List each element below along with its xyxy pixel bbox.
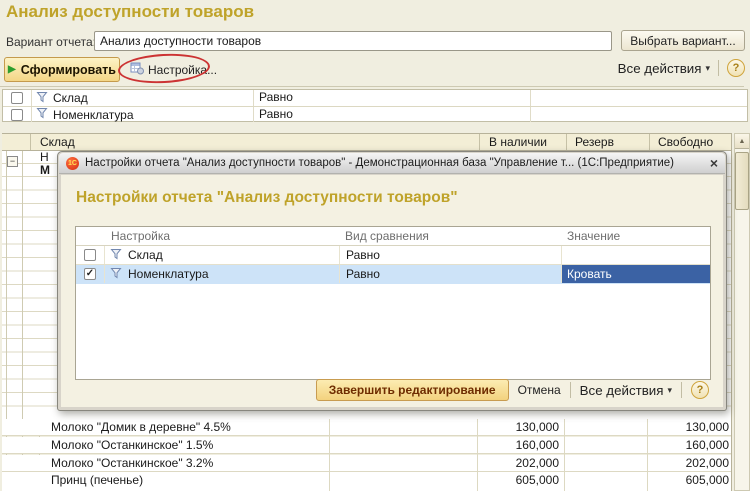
dialog-all-actions-button[interactable]: Все действия ▾ — [580, 383, 672, 398]
generate-button[interactable]: ▶ Сформировать — [4, 57, 120, 82]
play-icon: ▶ — [8, 64, 16, 75]
in-stock-value: 160,000 — [515, 438, 559, 452]
grid-line — [564, 419, 565, 491]
column-header-vid-sravneniya[interactable]: Вид сравнения — [345, 227, 429, 245]
setting-value-selected[interactable]: Кровать — [561, 265, 710, 283]
table-row[interactable]: Молоко "Домик в деревне" 4.5% 130,000 13… — [2, 419, 731, 436]
quick-filter-table: Склад Равно Номенклатура Равно — [2, 89, 748, 122]
settings-table-header: Настройка Вид сравнения Значение — [76, 227, 710, 246]
dialog-help-button[interactable]: ? — [691, 381, 709, 399]
chevron-down-icon: ▾ — [667, 384, 672, 395]
setting-checkbox-sklad[interactable] — [84, 249, 96, 261]
filter-comparison: Равно — [253, 107, 530, 122]
annotation-ellipse — [117, 51, 211, 86]
in-stock-value: 130,000 — [515, 420, 559, 434]
footer-divider — [681, 382, 682, 398]
close-icon[interactable]: × — [710, 156, 718, 170]
all-actions-button[interactable]: Все действия ▾ — [618, 61, 710, 76]
dialog-body: Настройки отчета "Анализ доступности тов… — [61, 175, 723, 407]
setting-value[interactable] — [561, 246, 710, 264]
scrollbar-thumb[interactable] — [735, 152, 749, 210]
setting-comparison[interactable]: Равно — [339, 246, 561, 264]
footer-divider — [569, 382, 571, 398]
filter-value[interactable] — [530, 107, 747, 122]
variant-input-value: Анализ доступности товаров — [100, 34, 262, 48]
variant-label: Вариант отчета: — [6, 35, 96, 49]
column-header-rezerv[interactable]: Резерв — [566, 134, 649, 150]
filter-name: Склад — [53, 91, 88, 105]
filter-checkbox-sklad[interactable] — [11, 92, 23, 104]
in-stock-value: 202,000 — [515, 456, 559, 470]
table-row[interactable]: Принц (печенье) 605,000 605,000 — [2, 472, 731, 489]
funnel-icon — [110, 248, 122, 263]
all-actions-label: Все действия — [579, 382, 664, 398]
table-row[interactable]: Молоко "Останкинское" 1.5% 160,000 160,0… — [2, 437, 731, 454]
dialog-titlebar[interactable]: 1С Настройки отчета "Анализ доступности … — [59, 153, 725, 174]
filter-comparison: Равно — [253, 90, 530, 106]
generate-label: Сформировать — [20, 62, 116, 77]
vertical-scrollbar[interactable]: ▲ — [734, 133, 750, 491]
filter-name: Номенклатура — [53, 107, 134, 122]
toolbar-separator — [0, 86, 744, 87]
column-header-svobodno[interactable]: Свободно — [649, 134, 733, 150]
scroll-up-button[interactable]: ▲ — [735, 134, 749, 149]
in-stock-value: 605,000 — [515, 473, 559, 487]
free-value: 130,000 — [685, 420, 729, 434]
filter-row-sklad[interactable]: Склад Равно — [3, 90, 747, 106]
1c-logo-icon: 1С — [66, 156, 79, 170]
grid-line — [647, 419, 648, 491]
table-row[interactable]: Молоко "Останкинское" 3.2% 202,000 202,0… — [2, 455, 731, 472]
settings-table: Настройка Вид сравнения Значение Склад Р… — [75, 226, 711, 380]
funnel-icon — [36, 91, 48, 106]
dialog-title: Настройки отчета "Анализ доступности тов… — [85, 157, 674, 169]
app-window: Анализ доступности товаров Вариант отчет… — [0, 0, 750, 491]
grid-line — [477, 419, 478, 491]
free-value: 605,000 — [685, 473, 729, 487]
setting-comparison[interactable]: Равно — [339, 265, 561, 283]
product-name: Молоко "Домик в деревне" 4.5% — [51, 420, 231, 434]
free-value: 202,000 — [685, 456, 729, 470]
group-label: М — [40, 163, 50, 177]
product-name: Принц (печенье) — [51, 473, 144, 487]
column-header-v-nalichii[interactable]: В наличии — [479, 134, 566, 150]
variant-input[interactable]: Анализ доступности товаров — [94, 31, 612, 51]
column-header-znachenie[interactable]: Значение — [567, 227, 620, 245]
settings-row-nomenklatura[interactable]: ✓ Номенклатура Равно Кровать — [76, 265, 710, 284]
funnel-icon — [36, 107, 48, 122]
toolbar-divider — [718, 60, 719, 76]
dialog-heading: Настройки отчета "Анализ доступности тов… — [76, 189, 458, 206]
filter-checkbox-nomenklatura[interactable] — [11, 108, 23, 121]
page-title: Анализ доступности товаров — [6, 2, 255, 21]
settings-row-sklad[interactable]: Склад Равно — [76, 246, 710, 265]
help-button[interactable]: ? — [727, 59, 745, 77]
all-actions-label: Все действия — [617, 60, 702, 76]
cancel-button[interactable]: Отмена — [518, 383, 561, 397]
filter-row-nomenklatura[interactable]: Номенклатура Равно — [3, 106, 747, 122]
product-name: Молоко "Останкинское" 1.5% — [51, 438, 214, 452]
setting-name: Номенклатура — [128, 267, 209, 281]
free-value: 160,000 — [685, 438, 729, 452]
grid-line — [329, 419, 330, 491]
filter-value[interactable] — [530, 90, 747, 106]
setting-checkbox-nomenklatura[interactable]: ✓ — [84, 268, 96, 280]
collapse-group-button[interactable]: − — [7, 156, 18, 167]
finish-editing-button[interactable]: Завершить редактирование — [315, 379, 509, 401]
product-name: Молоко "Останкинское" 3.2% — [51, 456, 214, 470]
chevron-down-icon: ▾ — [705, 62, 710, 73]
report-header-row: Склад В наличии Резерв Свободно — [2, 133, 731, 151]
column-header-nastroyka[interactable]: Настройка — [111, 227, 170, 245]
choose-variant-button[interactable]: Выбрать вариант... — [621, 30, 745, 51]
setting-name: Склад — [128, 248, 163, 262]
funnel-icon — [110, 267, 122, 282]
settings-dialog: 1С Настройки отчета "Анализ доступности … — [57, 151, 727, 411]
grid-line — [731, 133, 732, 491]
column-header-sklad[interactable]: Склад — [30, 134, 479, 150]
